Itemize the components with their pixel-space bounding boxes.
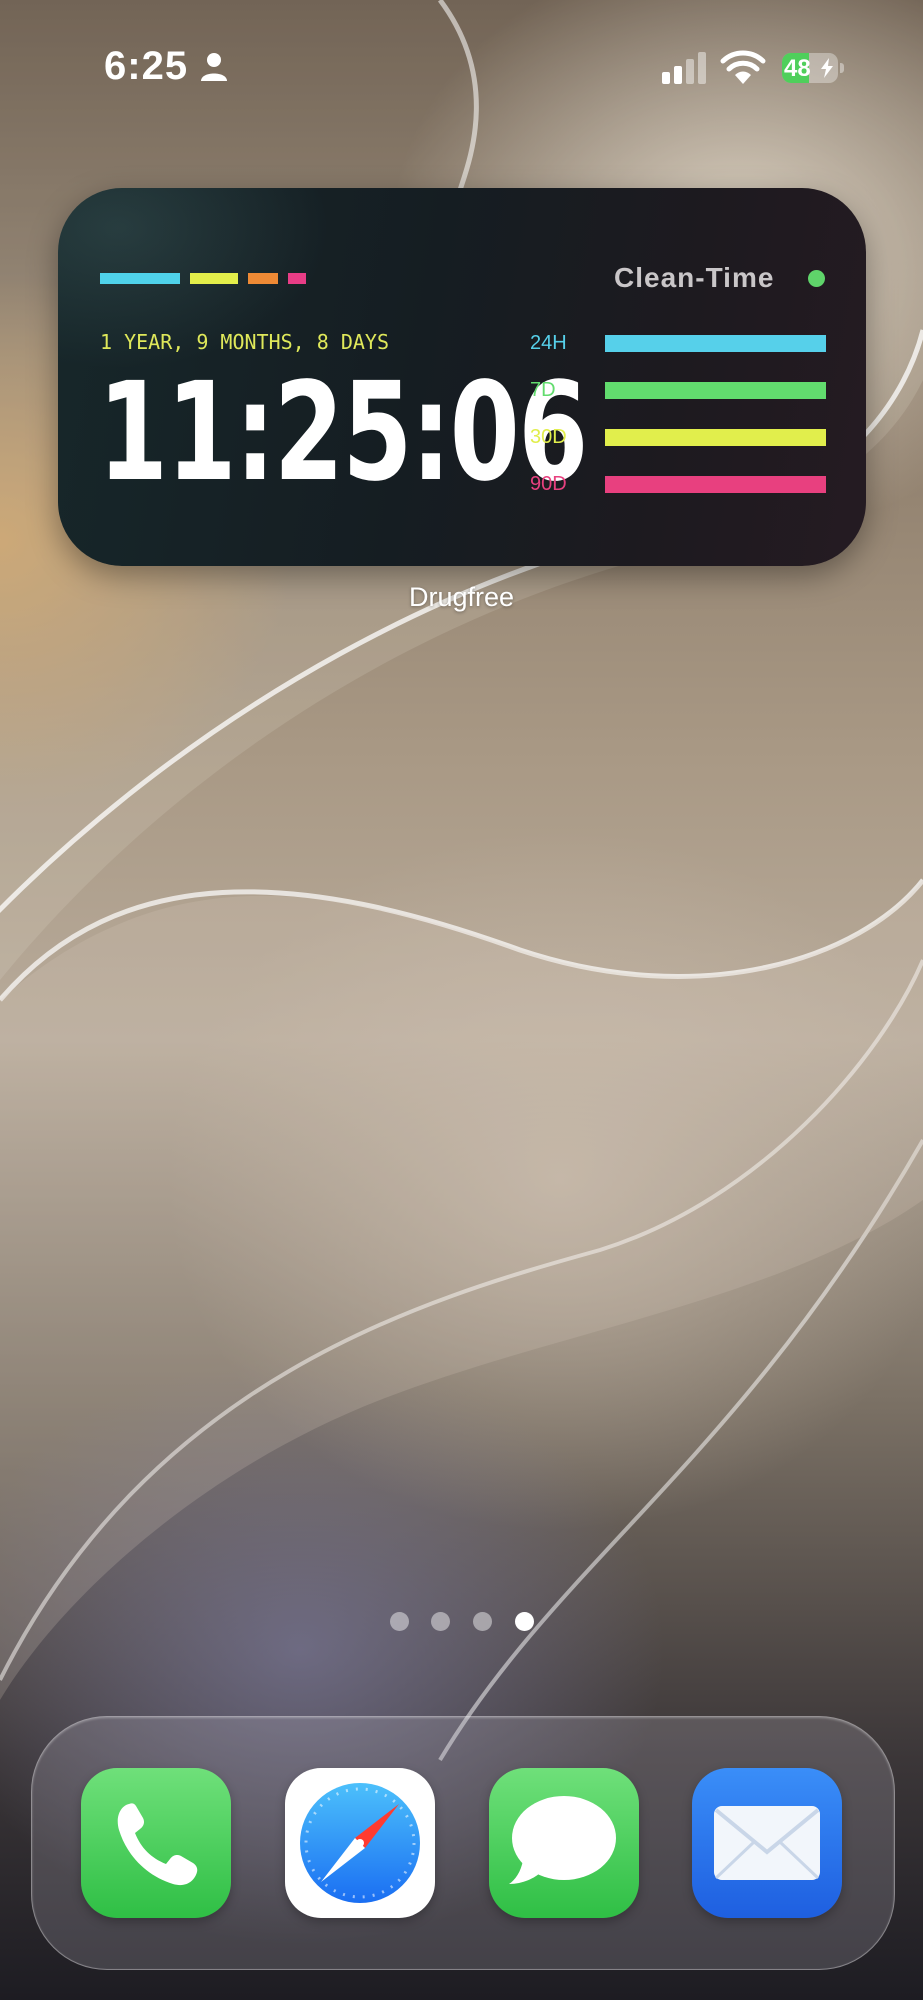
clean-duration-text: 1 YEAR, 9 MONTHS, 8 DAYS: [100, 330, 389, 354]
battery-body: 48: [782, 53, 838, 83]
period-label: 24H: [530, 332, 567, 354]
status-bar: 6:25 48: [0, 0, 923, 140]
period-label: 30D: [530, 426, 567, 448]
safari-app[interactable]: [285, 1768, 435, 1918]
period-label: 7D: [530, 379, 556, 401]
period-row-90d: 90D: [530, 471, 830, 501]
status-dot: [808, 270, 825, 287]
period-row-24h: 24H: [530, 330, 830, 360]
period-progress-bar: [605, 335, 826, 352]
period-row-30d: 30D: [530, 424, 830, 454]
period-label: 90D: [530, 473, 567, 495]
battery-percent: 48: [784, 55, 811, 82]
phone-app[interactable]: [81, 1768, 231, 1918]
messages-bubble-icon: [489, 1768, 639, 1918]
messages-app[interactable]: [489, 1768, 639, 1918]
phone-icon: [81, 1768, 231, 1918]
accent-bar: [248, 273, 278, 284]
page-indicator[interactable]: [380, 1612, 540, 1634]
person-icon: [201, 53, 227, 81]
battery-indicator: 48: [782, 53, 844, 83]
widget-title: Clean-Time: [614, 262, 775, 293]
mail-app[interactable]: [692, 1768, 842, 1918]
accent-bar: [288, 273, 306, 284]
mail-envelope-icon: [692, 1768, 842, 1918]
charging-bolt-icon: [821, 58, 833, 78]
page-dot[interactable]: [431, 1612, 450, 1631]
page-dot[interactable]: [390, 1612, 409, 1631]
page-dot[interactable]: [473, 1612, 492, 1631]
period-progress-bar: [605, 476, 826, 493]
wifi-icon: [720, 50, 766, 84]
page-dot[interactable]: [515, 1612, 534, 1631]
widget-app-label: Drugfree: [408, 582, 515, 612]
accent-bar: [100, 273, 180, 284]
clean-time-widget[interactable]: Clean-Time 1 YEAR, 9 MONTHS, 8 DAYS 11:2…: [58, 188, 866, 566]
period-progress-bar: [605, 382, 826, 399]
safari-compass-icon: [285, 1768, 435, 1918]
cellular-signal-icon: [662, 52, 706, 84]
period-row-7d: 7D: [530, 377, 830, 407]
period-progress-bar: [605, 429, 826, 446]
battery-cap: [840, 63, 844, 73]
clean-time-clock: 11:25:06: [98, 354, 588, 512]
accent-bar: [190, 273, 238, 284]
status-time: 6:25: [104, 44, 189, 88]
